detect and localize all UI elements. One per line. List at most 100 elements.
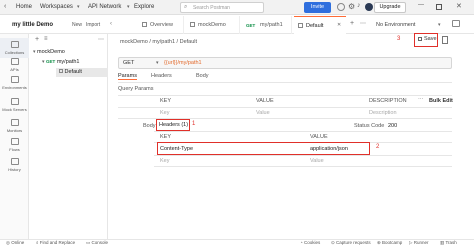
divider (154, 131, 452, 132)
status-bootcamp[interactable]: ⊛ Bootcamp (377, 240, 402, 246)
filter-icon[interactable]: ≡ (44, 36, 48, 42)
overview-icon (142, 22, 147, 27)
param-description-input[interactable]: Description (369, 110, 397, 116)
rail-flows[interactable]: Flows (0, 138, 29, 152)
nav-api-network[interactable]: API Network (88, 4, 121, 10)
rail-environments[interactable]: Environments (0, 76, 29, 90)
tab-label: Overview (150, 22, 173, 28)
tree-collection-mockdemo[interactable]: ▾ mockDemo (33, 49, 65, 55)
avatar[interactable] (365, 3, 373, 11)
divider (154, 155, 452, 156)
cookies-icon: ◔ (300, 240, 303, 245)
status-online[interactable]: ◎ Online (6, 240, 24, 246)
response-tab-body[interactable]: Body (143, 123, 156, 129)
search-placeholder: Search Postman (193, 5, 230, 11)
status-code-value[interactable]: 200 (388, 123, 397, 129)
tree-label: mockDemo (37, 49, 65, 55)
chevron-down-icon: ▾ (77, 4, 80, 10)
status-capture[interactable]: ⊙ Capture requests (331, 240, 371, 246)
response-tab-headers[interactable]: Headers (1) (159, 122, 188, 128)
method-select[interactable]: GET (123, 60, 134, 66)
collections-icon (10, 41, 19, 48)
header-value-cell[interactable]: application/json (310, 146, 348, 152)
bulk-edit-button[interactable]: Bulk Edit (429, 98, 453, 104)
rail-mock-servers[interactable]: Mock Servers (0, 98, 29, 112)
tab-my-path1[interactable]: GET my/path1 (242, 16, 292, 34)
status-runner[interactable]: ▷ Runner (409, 240, 429, 246)
environment-select[interactable]: No Environment (376, 22, 415, 28)
url-input[interactable]: {{url}}/my/path1 (164, 60, 202, 66)
rail-apis[interactable]: APIs (0, 58, 29, 72)
nav-workspaces[interactable]: Workspaces (40, 4, 73, 10)
tab-params[interactable]: Params (118, 73, 137, 80)
docs-icon[interactable] (442, 36, 448, 44)
status-label: Cookies (303, 240, 321, 245)
status-cookies[interactable]: ◔ Cookies (300, 240, 320, 245)
param-value-input[interactable]: Value (256, 110, 270, 116)
col-description: DESCRIPTION (369, 98, 407, 104)
rail-monitors[interactable]: Monitors (0, 119, 29, 133)
divider (154, 166, 452, 167)
query-params-label: Query Params (118, 86, 154, 92)
tree-example-default[interactable]: Default (56, 68, 108, 77)
header-key-cell[interactable]: Content-Type (160, 146, 193, 152)
new-tab-icon[interactable]: + (350, 20, 354, 27)
status-label: Bootcamp (382, 240, 403, 245)
environments-icon (10, 76, 19, 83)
save-button[interactable]: Save (424, 36, 437, 42)
rail-collections[interactable]: Collections (0, 38, 29, 58)
minimize-icon[interactable]: — (418, 2, 424, 8)
close-icon[interactable]: ✕ (456, 2, 462, 10)
bootcamp-icon: ⊛ (377, 240, 381, 245)
rail-history[interactable]: History (0, 158, 29, 172)
more-options-icon[interactable]: ⋯ (418, 97, 424, 103)
tab-default[interactable]: Default ✕ (294, 16, 346, 34)
divider (118, 107, 452, 108)
more-tabs-icon[interactable]: ⋯ (360, 20, 366, 27)
get-method-badge: GET (246, 23, 256, 28)
status-trash[interactable]: ▥ Trash (440, 240, 457, 246)
tab-body[interactable]: Body (196, 73, 209, 79)
new-button[interactable]: New (72, 22, 82, 28)
status-label: Find and Replace (39, 240, 76, 245)
annotation-2: 2 (376, 144, 380, 150)
rail-label: Environments (2, 85, 27, 90)
close-tab-icon[interactable]: ✕ (337, 22, 341, 28)
upgrade-button[interactable]: Upgrade (374, 2, 406, 13)
tab-headers[interactable]: Headers (151, 73, 172, 79)
tab-label: my/path1 (260, 22, 283, 28)
search-input[interactable]: ⌕ Search Postman (180, 2, 264, 13)
notifications-icon[interactable]: ♪ (357, 2, 361, 9)
param-key-input[interactable]: Key (160, 110, 169, 116)
trash-icon: ▥ (440, 240, 445, 245)
tab-overview[interactable]: Overview (138, 16, 184, 34)
status-console[interactable]: ▭ Console (86, 240, 108, 246)
workspace-name[interactable]: my little Demo (12, 22, 53, 28)
nav-explore[interactable]: Explore (134, 4, 154, 10)
tabs-scroll-left-icon[interactable]: ‹ (110, 21, 112, 27)
sync-icon[interactable] (337, 3, 345, 11)
header-key-input[interactable]: Key (160, 158, 169, 164)
settings-icon[interactable]: ⚙ (348, 2, 355, 11)
header-value-input[interactable]: Value (310, 158, 324, 164)
rail-label: Monitors (6, 128, 23, 133)
invite-button[interactable]: Invite (304, 2, 331, 13)
rail-label: Collections (4, 50, 25, 55)
status-label: Console (91, 240, 109, 245)
example-icon (59, 69, 63, 73)
back-arrow-icon[interactable]: ‹ (4, 3, 6, 10)
maximize-icon[interactable] (436, 4, 442, 10)
status-find-replace[interactable]: ⌕ Find and Replace (36, 240, 75, 245)
import-button[interactable]: Import (86, 22, 100, 28)
tree-request-my-path1[interactable]: ▾ GET my/path1 (42, 59, 79, 65)
tree-more-icon[interactable]: ⋯ (98, 36, 104, 43)
add-collection-icon[interactable]: + (35, 36, 39, 43)
nav-home[interactable]: Home (16, 4, 32, 10)
console-icon: ▭ (86, 240, 91, 245)
environment-quicklook-icon[interactable] (452, 20, 460, 27)
breadcrumb: mockDemo / my/path1 / Default (120, 39, 198, 45)
chevron-down-icon: ▾ (156, 60, 159, 66)
online-icon: ◎ (6, 240, 10, 245)
capture-icon: ⊙ (331, 240, 335, 245)
tab-mockdemo[interactable]: mockDemo (186, 16, 240, 34)
